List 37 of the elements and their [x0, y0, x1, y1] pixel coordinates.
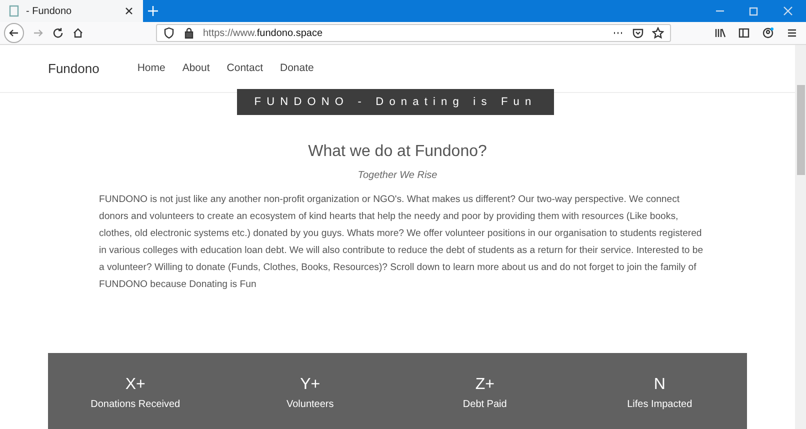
stat-label: Debt Paid — [462, 398, 507, 410]
nav-link[interactable]: Donate — [280, 62, 314, 74]
back-arrow-icon — [8, 27, 20, 39]
new-tab-icon[interactable] — [147, 5, 159, 17]
home-icon[interactable] — [72, 27, 84, 39]
stat-value: X+ — [125, 376, 146, 394]
close-icon[interactable] — [123, 5, 135, 17]
description-paragraph: FUNDONO is not just like any another non-profit organization or NGO's. What makes us different? Our two-way perspective. We connect donors and volunteers to create an ecosystem of kind hearts that help the needy and poor by providing them with resources (Like books, clothes, old electronic systems etc.) donated by you guys. Whats more? We offer volunteer positions in our organisation to students registered in various colleges with education loan debt. We will also contribute to reduce the debt of students as a return for their service. Interested to be a volunteer? Willing to donate (Funds, Clothes, Books, Resources)? Scroll down to learn more about us and do not forget to join the family of FUNDONO because Donating is Fun — [99, 192, 704, 292]
stat-value: Y+ — [300, 376, 320, 394]
banner: FUNDONO - Donating is Fun — [237, 88, 554, 115]
nav-link[interactable]: Contact — [226, 62, 263, 74]
stat-value: N — [654, 376, 666, 394]
library-icon[interactable] — [714, 27, 726, 39]
site-logo[interactable]: Fundono — [48, 60, 100, 76]
pocket-icon[interactable] — [632, 27, 644, 39]
stat-label: Lifes Impacted — [627, 398, 692, 410]
url-field[interactable]: https://www.fundono.space — [156, 24, 671, 42]
scrollbar[interactable] — [795, 45, 806, 429]
reload-icon[interactable] — [52, 27, 64, 39]
nav-link[interactable]: Home — [137, 62, 166, 74]
browser-tab[interactable]: - Fundono — [0, 0, 143, 22]
account-icon[interactable] — [762, 27, 774, 39]
restore-icon[interactable] — [748, 5, 760, 17]
tab-title: - Fundono — [26, 6, 73, 16]
shield-icon — [163, 27, 175, 39]
star-icon[interactable] — [652, 27, 664, 39]
menu-icon[interactable] — [786, 27, 798, 39]
stat-value: Z+ — [475, 376, 494, 394]
back-button[interactable] — [4, 23, 24, 43]
sidebar-icon[interactable] — [738, 27, 750, 39]
stat-label: Donations Received — [90, 398, 180, 410]
page-icon — [8, 5, 20, 17]
lock-icon — [183, 27, 195, 39]
section-heading: What we do at Fundono? — [307, 142, 488, 161]
nav-link[interactable]: About — [182, 62, 210, 74]
stat-label: Volunteers — [286, 398, 334, 410]
section-subtitle: Together We Rise — [356, 170, 438, 181]
